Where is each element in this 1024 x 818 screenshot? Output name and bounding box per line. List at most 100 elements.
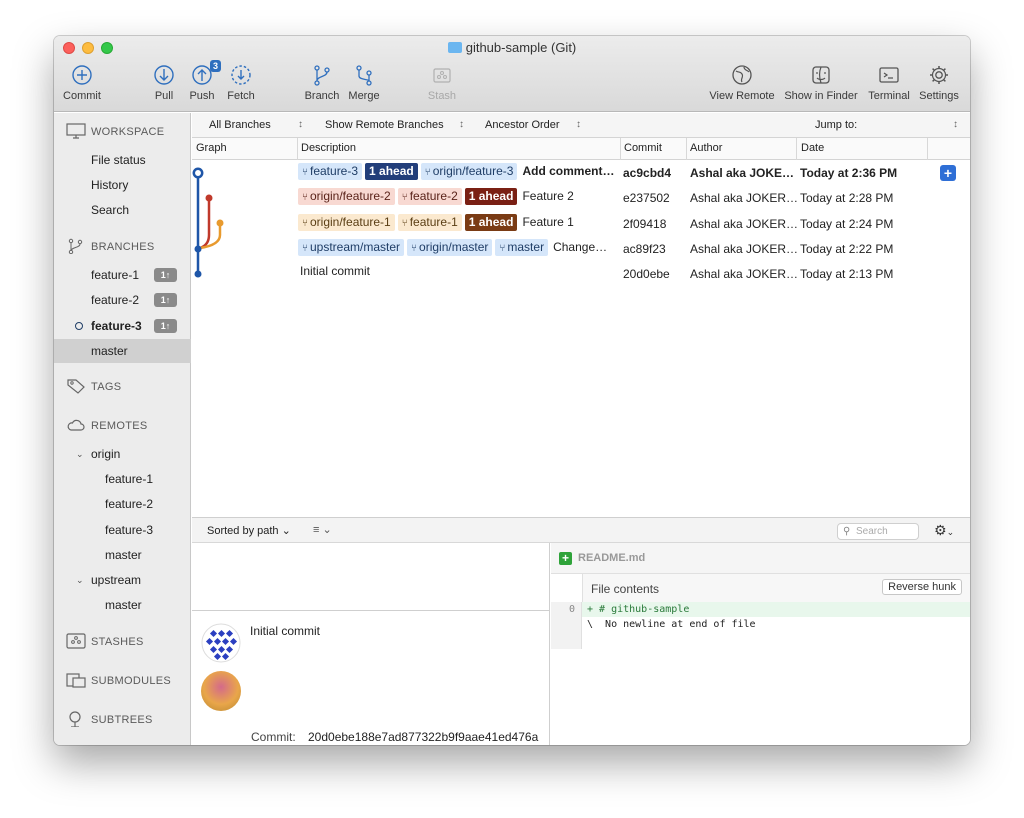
submodule-icon: [66, 672, 86, 688]
commit-date: Today at 2:28 PM: [800, 191, 894, 206]
tag-icon: [66, 378, 86, 394]
sidebar-remote-origin[interactable]: ⌄ origin: [54, 442, 191, 466]
sidebar-remote-upstream[interactable]: ⌄ upstream: [54, 568, 191, 592]
commit-hash-label: Commit:: [251, 730, 296, 744]
remote-branches-select[interactable]: Show Remote Branches: [325, 119, 444, 131]
commit-row[interactable]: ⑂ origin/feature-2 ⑂ feature-2 1 ahead Featur…: [192, 185, 970, 210]
stash-icon: [431, 64, 453, 86]
commit-description: ⑂ feature-3 1 ahead ⑂ origin/feature-3 Add co…: [298, 163, 618, 180]
branch-icon: ⑂: [424, 167, 431, 178]
pull-button[interactable]: Pull: [149, 64, 179, 102]
subtrees-section-header[interactable]: SUBTREES: [66, 711, 153, 728]
merge-button[interactable]: Merge: [346, 64, 382, 102]
commit-hash: 20d0ebe188e7ad877322b9f9aae41ed476a: [308, 730, 539, 744]
add-button[interactable]: +: [940, 165, 956, 181]
commit-message: Change…: [553, 239, 608, 254]
column-graph[interactable]: Graph: [196, 142, 227, 154]
chevron-updown-icon[interactable]: ↕: [298, 119, 303, 130]
ahead-count-badge: 1↑: [154, 293, 177, 307]
avatar: [201, 671, 241, 711]
sidebar-remote-branch[interactable]: feature-2: [54, 492, 191, 516]
ahead-badge[interactable]: 1 ahead: [365, 163, 418, 180]
chevron-down-icon: ⌄: [76, 575, 84, 585]
file-toolbar: Sorted by path ⌄ ≡ ⌄ ⚲ Search ⚙⌄: [192, 517, 970, 543]
column-divider[interactable]: [927, 138, 928, 160]
branch-label[interactable]: ⑂ origin/feature-2: [298, 188, 395, 206]
show-in-finder-button[interactable]: Show in Finder: [782, 64, 860, 102]
sidebar-item-history[interactable]: History: [54, 173, 191, 197]
column-date[interactable]: Date: [801, 142, 824, 154]
chevron-updown-icon[interactable]: ↕: [459, 119, 464, 130]
globe-icon: [731, 64, 753, 86]
sidebar-branch-feature-2[interactable]: feature-2 1↑: [54, 288, 191, 312]
stashes-section-header[interactable]: STASHES: [66, 633, 144, 649]
commit-row[interactable]: Initial commit 20d0ebe Ashal aka JOKER… Tod…: [192, 261, 970, 286]
commit-message: Feature 1: [522, 214, 574, 229]
branch-label[interactable]: ⑂ feature-1: [397, 213, 462, 231]
column-divider[interactable]: [796, 138, 797, 160]
column-description[interactable]: Description: [301, 142, 356, 154]
commit-date: Today at 2:22 PM: [800, 241, 894, 256]
jump-to-select[interactable]: Jump to:: [815, 119, 857, 131]
column-divider[interactable]: [620, 138, 621, 160]
order-select[interactable]: Ancestor Order: [485, 119, 560, 131]
push-button[interactable]: 3 Push: [187, 60, 221, 102]
list-view-icon[interactable]: ≡ ⌄: [313, 523, 332, 536]
sidebar-remote-branch[interactable]: feature-1: [54, 467, 191, 491]
branch-icon: [311, 64, 333, 86]
sidebar-remote-branch[interactable]: master: [54, 593, 191, 617]
workspace-section-header[interactable]: WORKSPACE: [66, 123, 164, 139]
column-divider[interactable]: [297, 138, 298, 160]
column-commit[interactable]: Commit: [624, 142, 662, 154]
cloud-icon: [66, 417, 86, 433]
sidebar-item-file-status[interactable]: File status: [54, 148, 191, 172]
reverse-hunk-button[interactable]: Reverse hunk: [882, 579, 962, 595]
branches-section-header[interactable]: BRANCHES: [66, 238, 155, 255]
branch-label[interactable]: ⑂ origin/feature-3: [420, 163, 518, 180]
commit-row[interactable]: ⑂ origin/feature-1 ⑂ feature-1 1 ahead Featur…: [192, 211, 970, 236]
branch-label[interactable]: ⑂ origin/feature-1: [298, 213, 395, 231]
branch-icon: ⑂: [302, 167, 308, 178]
remotes-section-header[interactable]: REMOTES: [66, 417, 148, 433]
commit-button[interactable]: Commit: [61, 64, 103, 102]
commit-author: Ashal aka JOKER…: [690, 216, 799, 231]
settings-button[interactable]: Settings: [916, 64, 962, 102]
sidebar-branch-feature-1[interactable]: feature-1 1↑: [54, 263, 191, 287]
branch-label[interactable]: ⑂ origin/master: [407, 238, 493, 256]
gear-icon[interactable]: ⚙⌄: [934, 522, 954, 539]
sidebar-remote-branch[interactable]: master: [54, 543, 191, 567]
chevron-updown-icon[interactable]: ↕: [576, 119, 581, 130]
branch-button[interactable]: Branch: [302, 64, 342, 102]
diff-line-added[interactable]: + # github-sample: [582, 602, 970, 617]
tags-section-header[interactable]: TAGS: [66, 378, 121, 394]
ahead-badge[interactable]: 1 ahead: [464, 213, 518, 231]
branch-label[interactable]: ⑂ master: [495, 238, 549, 256]
chevron-updown-icon[interactable]: ↕: [953, 119, 958, 130]
sidebar-branch-master[interactable]: master: [54, 339, 191, 363]
branch-label[interactable]: ⑂ upstream/master: [298, 238, 405, 256]
branch-icon: ⑂: [302, 242, 308, 254]
branch-label[interactable]: ⑂ feature-2: [397, 188, 462, 206]
diff-line-no-newline[interactable]: \ No newline at end of file: [582, 617, 970, 632]
branch-label[interactable]: ⑂ feature-3: [298, 163, 363, 180]
fetch-button[interactable]: Fetch: [224, 64, 258, 102]
view-remote-button[interactable]: View Remote: [707, 64, 777, 102]
sidebar-branch-feature-3[interactable]: feature-3 1↑: [54, 314, 191, 338]
submodules-section-header[interactable]: SUBMODULES: [66, 672, 171, 688]
sidebar-remote-branch[interactable]: feature-3: [54, 518, 191, 542]
column-author[interactable]: Author: [690, 142, 722, 154]
branch-icon: [66, 238, 86, 255]
commit-row[interactable]: ⑂ upstream/master ⑂ origin/master ⑂ master Cha…: [192, 236, 970, 261]
stash-button[interactable]: Stash: [426, 64, 458, 102]
branches-filter-select[interactable]: All Branches: [209, 119, 271, 131]
ahead-badge[interactable]: 1 ahead: [464, 188, 518, 206]
file-search-input[interactable]: ⚲ Search: [837, 523, 919, 540]
terminal-button[interactable]: Terminal: [865, 64, 913, 102]
commit-row[interactable]: ⑂ feature-3 1 ahead ⑂ origin/feature-3 Add co…: [192, 160, 970, 185]
commit-description: ⑂ origin/feature-2 ⑂ feature-2 1 ahead Featur…: [298, 188, 618, 206]
sort-select[interactable]: Sorted by path ⌄: [207, 524, 291, 537]
column-divider[interactable]: [686, 138, 687, 160]
sidebar-item-search[interactable]: Search: [54, 198, 191, 222]
commit-description: ⑂ origin/feature-1 ⑂ feature-1 1 ahead Featur…: [298, 213, 618, 231]
changed-files-list[interactable]: [192, 543, 550, 611]
